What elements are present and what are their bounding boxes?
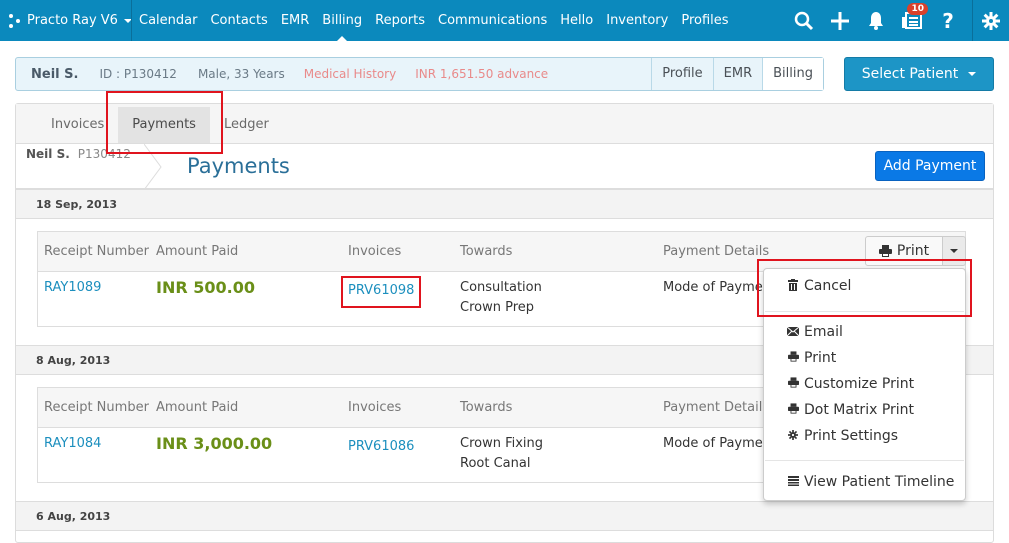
payment-details: Mode of Payment [663, 436, 763, 451]
patient-tabs: Profile EMR Billing [651, 58, 823, 90]
receipt-link[interactable]: RAY1089 [44, 280, 101, 295]
amount-paid: INR 3,000.00 [156, 434, 273, 453]
divider [131, 0, 132, 41]
patient-gender-age: Male, 33 Years [197, 67, 285, 81]
col-invoices: Invoices [348, 400, 402, 415]
patient-tab-profile[interactable]: Profile [651, 58, 712, 90]
highlight-invoice-link [341, 276, 421, 308]
search-icon[interactable] [786, 0, 822, 41]
gear-icon[interactable] [973, 0, 1009, 41]
news-icon[interactable]: 10 [894, 0, 930, 41]
menu-item-view-patient-timeline[interactable]: View Patient Timeline [786, 474, 954, 490]
nav-icons: 10 ? [786, 0, 1009, 41]
col-invoices: Invoices [348, 244, 402, 259]
nav-inventory[interactable]: Inventory [606, 13, 668, 28]
patient-info-bar: Neil S. ID : P130412 Male, 33 Years Medi… [15, 57, 824, 91]
advance-amount: INR 1,651.50 advance [415, 67, 549, 81]
menu-item-label: Dot Matrix Print [804, 402, 915, 418]
highlight-payments-tab [106, 91, 223, 154]
select-patient-label: Select Patient [861, 66, 959, 82]
medical-history-link[interactable]: Medical History [304, 67, 396, 81]
brand-label: Practo Ray V6 [27, 13, 118, 28]
menu-divider [765, 460, 964, 461]
col-towards: Towards [460, 400, 513, 415]
col-receipt-number: Receipt Number [44, 244, 149, 259]
print-icon [786, 403, 800, 417]
notification-badge: 10 [907, 3, 928, 15]
towards-item: Crown Prep [460, 300, 535, 315]
nav-calendar[interactable]: Calendar [139, 13, 197, 28]
date-header: 18 Sep, 2013 [16, 190, 993, 219]
main-nav: Calendar Contacts EMR Billing Reports Co… [139, 0, 742, 42]
invoice-link[interactable]: PRV61086 [348, 439, 414, 454]
patient-name: Neil S. [31, 66, 79, 82]
towards-item: Crown Fixing [460, 436, 544, 451]
help-icon[interactable]: ? [930, 0, 966, 41]
print-icon [786, 351, 800, 365]
nav-contacts[interactable]: Contacts [210, 13, 267, 28]
print-icon [786, 377, 800, 391]
col-towards: Towards [460, 244, 513, 259]
menu-item-label: Email [804, 324, 843, 340]
menu-item-print[interactable]: Print [786, 350, 836, 366]
list-icon [786, 475, 800, 489]
menu-item-dot-matrix-print[interactable]: Dot Matrix Print [786, 402, 914, 418]
col-payment-details: Payment Details [663, 400, 770, 415]
brand-dropdown[interactable]: Practo Ray V6 [8, 0, 132, 41]
envelope-icon [786, 326, 800, 339]
patient-tab-emr[interactable]: EMR [712, 58, 762, 90]
select-patient-button[interactable]: Select Patient [844, 57, 994, 91]
nav-profiles[interactable]: Profiles [681, 13, 728, 28]
nav-hello[interactable]: Hello [560, 13, 593, 28]
date-header: 6 Aug, 2013 [16, 502, 993, 531]
payment-details: Mode of Payment [663, 280, 763, 295]
menu-item-label: Print [804, 350, 837, 366]
nav-communications[interactable]: Communications [438, 13, 547, 28]
nav-emr[interactable]: EMR [281, 13, 309, 28]
menu-item-print-settings[interactable]: Print Settings [786, 428, 898, 444]
col-receipt-number: Receipt Number [44, 400, 149, 415]
chevron-down-icon [968, 72, 977, 76]
bell-icon[interactable] [858, 0, 894, 41]
menu-item-customize-print[interactable]: Customize Print [786, 376, 914, 392]
menu-item-label: View Patient Timeline [804, 474, 955, 490]
print-icon [878, 245, 892, 257]
cog-icon [786, 429, 800, 443]
add-payment-button[interactable]: Add Payment [875, 151, 985, 181]
chevron-down-icon [950, 249, 958, 253]
plus-icon[interactable] [822, 0, 858, 41]
receipt-link[interactable]: RAY1084 [44, 436, 101, 451]
menu-item-label: Print Settings [804, 428, 899, 444]
print-label: Print [896, 243, 930, 259]
practo-logo-icon [8, 13, 22, 29]
breadcrumb-patient-name: Neil S. [26, 147, 70, 161]
page-title: Payments [187, 154, 290, 178]
patient-id: ID : P130412 [99, 67, 177, 81]
highlight-cancel-item [757, 259, 972, 317]
menu-item-label: Customize Print [804, 376, 915, 392]
patient-tab-billing[interactable]: Billing [762, 58, 823, 90]
nav-billing[interactable]: Billing [322, 13, 362, 42]
nav-reports[interactable]: Reports [375, 13, 425, 28]
towards-item: Root Canal [460, 456, 531, 471]
col-amount-paid: Amount Paid [156, 400, 239, 415]
col-amount-paid: Amount Paid [156, 244, 239, 259]
col-payment-details: Payment Details [663, 244, 770, 259]
amount-paid: INR 500.00 [156, 278, 255, 297]
menu-item-email[interactable]: Email [786, 324, 843, 340]
top-navbar: Practo Ray V6 Calendar Contacts EMR Bill… [0, 0, 1009, 42]
towards-item: Consultation [460, 280, 542, 295]
